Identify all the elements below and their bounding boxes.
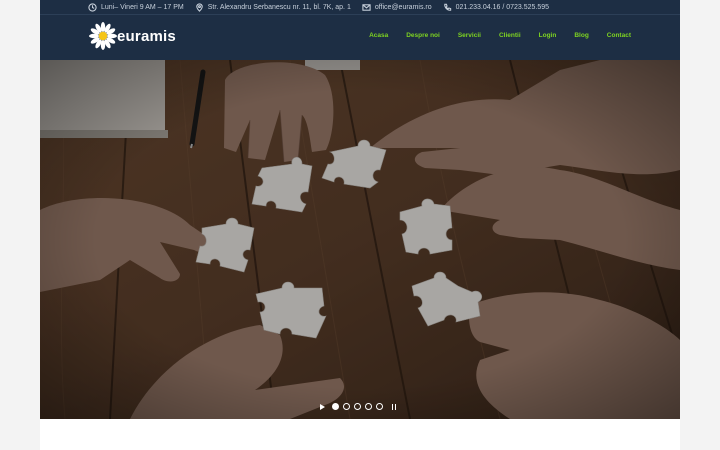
address-info: Str. Alexandru Serbanescu nr. 11, bl. 7K… [195,2,351,12]
nav-item-clientii[interactable]: Clientii [499,32,521,39]
nav-item-acasa[interactable]: Acasa [369,32,388,39]
hours-info: Luni– Vineri 9 AM – 17 PM [88,2,184,12]
address-text: Str. Alexandru Serbanescu nr. 11, bl. 7K… [207,3,351,11]
hours-text: Luni– Vineri 9 AM – 17 PM [101,3,184,11]
slide-dot-2[interactable] [343,403,350,410]
email-text[interactable]: office@euramis.ro [375,4,432,11]
page: Luni– Vineri 9 AM – 17 PM Str. Alexandru… [40,0,680,450]
daisy-icon [89,22,117,50]
phone-text[interactable]: 021.233.04.16 / 0723.525.595 [456,4,549,11]
pause-icon[interactable] [392,403,397,410]
site-header: euramis Acasa Despre noi Servicii Client… [40,15,680,60]
slide-dot-4[interactable] [365,403,372,410]
slide-dot-5[interactable] [376,403,383,410]
slide-dot-3[interactable] [354,403,361,410]
map-pin-icon [196,2,203,12]
play-icon[interactable] [320,403,325,410]
nav-item-servicii[interactable]: Servicii [458,32,481,39]
brand-name: euramis [117,27,176,45]
email-info[interactable]: office@euramis.ro [362,3,432,12]
nav-item-login[interactable]: Login [539,32,557,39]
nav-item-blog[interactable]: Blog [574,32,588,39]
slider-controls [320,403,397,410]
logo[interactable]: euramis [88,21,176,51]
main-nav: Acasa Despre noi Servicii Clientii Login… [351,32,631,39]
nav-item-despre-noi[interactable]: Despre noi [406,32,440,39]
envelope-icon [362,3,371,11]
slide-dot-1[interactable] [332,403,339,410]
phone-info[interactable]: 021.233.04.16 / 0723.525.595 [443,3,549,12]
hero-slider[interactable] [40,60,680,419]
phone-icon [443,3,451,11]
puzzle-hands-image [40,60,680,419]
top-info-bar: Luni– Vineri 9 AM – 17 PM Str. Alexandru… [40,0,680,15]
nav-item-contact[interactable]: Contact [607,32,631,39]
clock-icon [88,2,97,12]
